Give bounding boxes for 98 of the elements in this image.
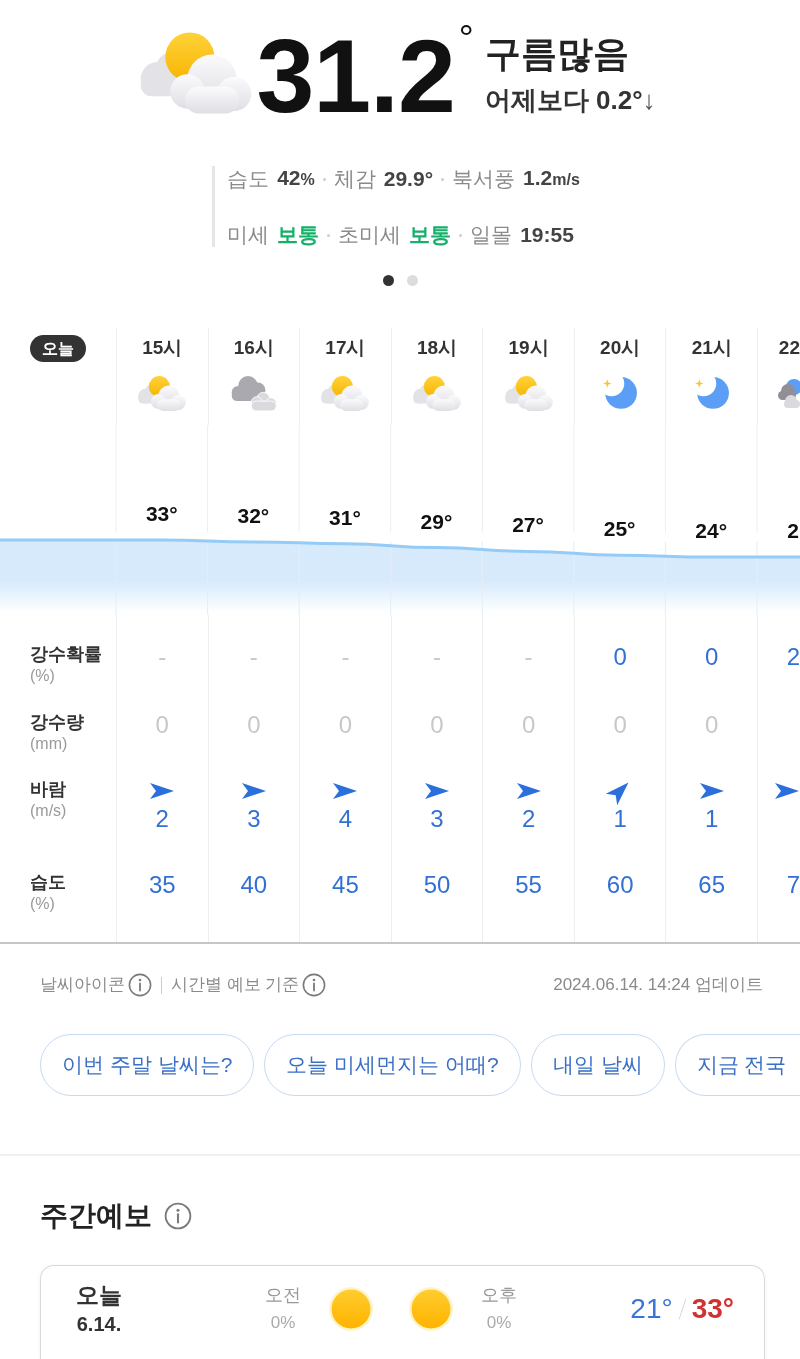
- detail-label: 일몰: [470, 223, 513, 247]
- hour-label: 15시: [142, 337, 183, 359]
- hour-label: 16시: [233, 337, 274, 359]
- low-temperature: 21°: [630, 1293, 673, 1325]
- hourly-value: -: [341, 643, 350, 671]
- hourly-value: 60: [606, 871, 634, 899]
- row-label: 강수확률: [30, 643, 103, 665]
- sun-cloud-icon: [320, 375, 371, 412]
- hourly-value: 40: [240, 871, 268, 899]
- wind-arrow-icon: [774, 781, 800, 801]
- detail-label: 북서풍: [452, 167, 516, 191]
- sun-cloud-icon: [412, 375, 462, 412]
- info-icon[interactable]: [302, 973, 327, 997]
- suggestion-chip[interactable]: 이번 주말 날씨는?: [40, 1034, 255, 1096]
- hourly-temperature: 31°: [329, 505, 361, 529]
- info-icon[interactable]: [164, 1202, 192, 1230]
- current-temperature: 31.2$^{°}$: [256, 24, 473, 128]
- suggestion-chip[interactable]: 내일 날씨: [530, 1034, 665, 1096]
- sun-cloud-icon: [137, 375, 188, 412]
- today-badge: 오늘: [30, 335, 86, 362]
- wind-speed: 1: [613, 805, 627, 833]
- hourly-value: 7: [786, 871, 800, 899]
- wind-speed: 2: [521, 805, 536, 833]
- hour-label: 21시: [691, 337, 732, 359]
- detail-label: 습도: [227, 167, 270, 191]
- hourly-value: 2: [786, 643, 800, 671]
- row-label: 강수량: [30, 711, 85, 733]
- wind-arrow-icon: [149, 781, 176, 801]
- hourly-value: -: [249, 643, 258, 671]
- hourly-temperature: 24°: [695, 519, 728, 543]
- hourly-value: 0: [705, 643, 719, 671]
- hourly-value: 50: [423, 871, 451, 899]
- hour-label: 22: [778, 337, 800, 359]
- high-temperature: 33°: [691, 1293, 734, 1325]
- section-title: 주간예보: [40, 1199, 152, 1233]
- sun-icon: [329, 1287, 373, 1331]
- page-dot-icon[interactable]: [406, 275, 418, 286]
- period-label: 오후: [481, 1284, 517, 1307]
- wind-speed: 1: [705, 805, 719, 833]
- row-unit: (mm): [30, 734, 69, 754]
- hourly-value: -: [524, 643, 533, 671]
- wind-arrow-icon: [515, 781, 542, 801]
- rain-chance: 0%: [486, 1312, 512, 1334]
- row-label: 바람: [30, 778, 67, 800]
- wind-arrow-icon: [698, 781, 725, 801]
- hourly-value: 55: [515, 871, 542, 899]
- hour-label: 20시: [600, 337, 641, 359]
- yesterday-comparison: 어제보다 0.2°: [484, 84, 643, 116]
- hourly-value: 35: [148, 871, 176, 899]
- rain-chance: 0%: [270, 1312, 296, 1334]
- weather-condition: 구름많음: [484, 32, 630, 76]
- detail-value: 보통: [409, 223, 452, 247]
- day-date: 6.14.: [76, 1312, 122, 1337]
- hour-label: 18시: [416, 337, 458, 359]
- detail-value: 1.2m/s: [523, 166, 580, 191]
- wind-arrow-icon: [240, 781, 267, 801]
- hour-label: 19시: [508, 337, 549, 359]
- info-icon[interactable]: [128, 973, 152, 997]
- hour-label: 17시: [325, 337, 366, 359]
- wind-speed: 4: [338, 805, 353, 833]
- sun-cloud-icon: [503, 375, 554, 412]
- hourly-temperature: 29°: [420, 509, 453, 533]
- wind-speed: 3: [430, 805, 444, 833]
- hourly-value: 0: [613, 643, 627, 671]
- wind-arrow-icon: [424, 781, 450, 801]
- down-arrow-icon: ↓: [642, 84, 656, 116]
- detail-label: 체감: [333, 167, 376, 191]
- hourly-value: 45: [332, 871, 359, 899]
- hourly-temperature: 25°: [603, 517, 636, 541]
- suggestion-chip[interactable]: 지금 전국: [674, 1034, 800, 1096]
- hourly-temperature: 2: [787, 519, 799, 543]
- footer-note: 시간별 예보 기준: [171, 974, 300, 996]
- hourly-temperature: 32°: [237, 503, 270, 527]
- detail-value: 19:55: [520, 223, 574, 247]
- wind-speed: 2: [155, 805, 169, 833]
- period-label: 오전: [265, 1284, 301, 1307]
- hourly-temperature: 27°: [512, 513, 544, 537]
- hourly-temperature: 33°: [145, 502, 178, 525]
- hourly-value: -: [433, 643, 441, 671]
- row-label: 습도: [30, 871, 67, 893]
- detail-label: 미세: [227, 223, 270, 247]
- page-dot-icon[interactable]: [382, 275, 394, 286]
- row-unit: (%): [30, 894, 56, 914]
- update-time: 2024.06.14. 14:24 업데이트: [553, 974, 763, 996]
- detail-value: 29.9°: [383, 167, 434, 191]
- suggestion-chip[interactable]: 오늘 미세먼지는 어때?: [264, 1034, 521, 1096]
- detail-value: 보통: [277, 223, 320, 247]
- footer-note: 날씨아이콘: [40, 974, 125, 996]
- hourly-value: -: [158, 643, 167, 671]
- hourly-value: 65: [698, 871, 726, 899]
- wind-speed: 3: [247, 805, 261, 833]
- sun-icon: [409, 1287, 453, 1331]
- day-label: 오늘: [76, 1281, 122, 1310]
- detail-value: 42%: [277, 166, 315, 191]
- row-unit: (%): [30, 666, 56, 686]
- wind-arrow-icon: [332, 781, 359, 801]
- row-unit: (m/s): [30, 801, 68, 821]
- detail-label: 초미세: [338, 223, 402, 247]
